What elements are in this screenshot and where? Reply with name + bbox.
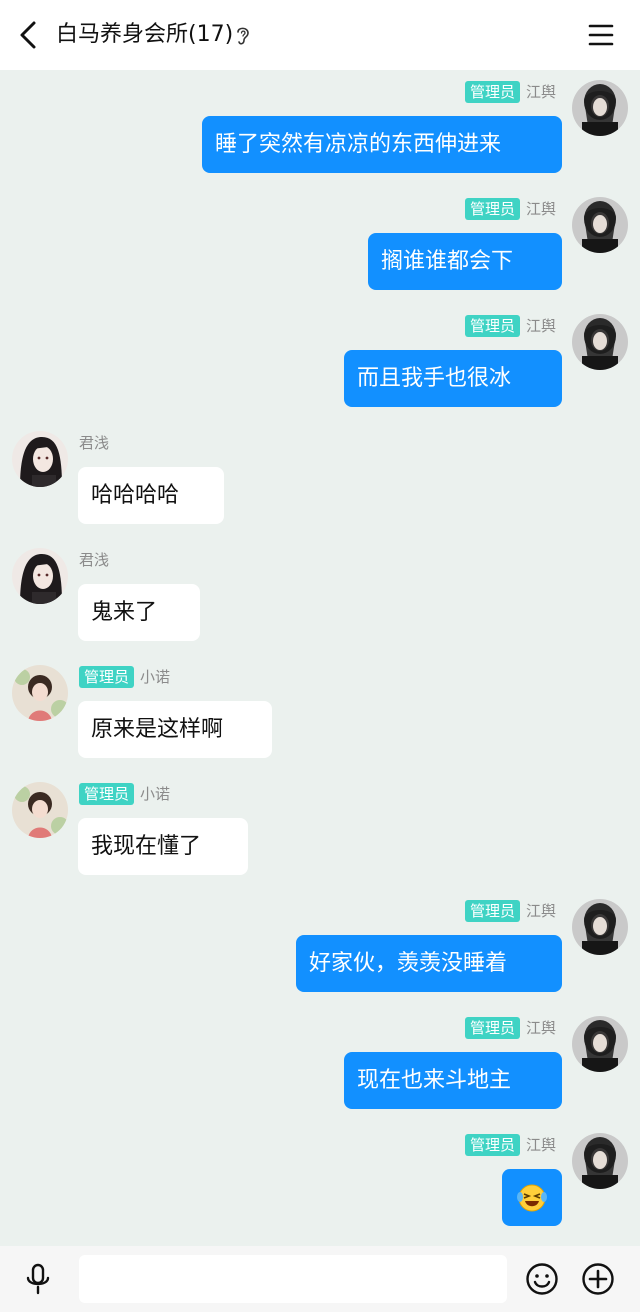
laughing-crying-emoji-icon <box>517 1184 547 1212</box>
admin-badge: 管理员 <box>464 198 520 220</box>
sender-line: 君浅 <box>79 548 109 572</box>
sender-line: 管理员 江舆 <box>464 197 556 221</box>
message-bubble[interactable]: 哈哈哈哈 <box>78 467 224 524</box>
sender-name: 江舆 <box>525 200 556 218</box>
plus-circle-icon[interactable] <box>581 1262 615 1296</box>
sender-name: 江舆 <box>525 83 556 101</box>
message-item: 管理员 江舆现在也来斗地主 <box>0 1016 640 1133</box>
admin-badge: 管理员 <box>464 81 520 103</box>
message-bubble[interactable]: 现在也来斗地主 <box>344 1052 562 1109</box>
message-item: 君浅鬼来了 <box>0 548 640 665</box>
message-text: 搁谁谁都会下 <box>381 249 514 274</box>
admin-badge: 管理员 <box>79 783 135 805</box>
message-item: 管理员 小诺我现在懂了 <box>0 782 640 899</box>
avatar[interactable] <box>12 431 68 487</box>
message-text: 好家伙，羡羡没睡着 <box>309 951 508 976</box>
sender-name: 小诺 <box>140 668 171 686</box>
chat-header: 白马养身会所(17) <box>0 0 640 70</box>
message-item: 管理员 江舆搁谁谁都会下 <box>0 197 640 314</box>
message-text: 睡了突然有凉凉的东西伸进来 <box>215 132 502 157</box>
message-bubble[interactable]: 我现在懂了 <box>78 818 248 875</box>
message-text: 我现在懂了 <box>91 834 202 859</box>
sender-name: 江舆 <box>525 902 556 920</box>
sender-name: 江舆 <box>525 1019 556 1037</box>
admin-badge: 管理员 <box>79 666 135 688</box>
message-text: 哈哈哈哈 <box>91 483 180 508</box>
message-bubble[interactable]: 搁谁谁都会下 <box>368 233 562 290</box>
admin-badge: 管理员 <box>464 315 520 337</box>
sender-name: 江舆 <box>525 1136 556 1154</box>
avatar[interactable] <box>572 314 628 370</box>
mic-icon[interactable] <box>22 1262 54 1296</box>
message-bubble[interactable]: 睡了突然有凉凉的东西伸进来 <box>202 116 562 173</box>
message-bubble[interactable]: 好家伙，羡羡没睡着 <box>296 935 562 992</box>
avatar[interactable] <box>572 1133 628 1189</box>
message-item: 管理员 小诺原来是这样啊 <box>0 665 640 782</box>
emoji-message-bubble[interactable] <box>502 1169 562 1226</box>
avatar[interactable] <box>12 548 68 604</box>
admin-badge: 管理员 <box>464 1017 520 1039</box>
message-text: 鬼来了 <box>91 600 158 625</box>
sender-name: 小诺 <box>140 785 171 803</box>
menu-icon[interactable] <box>584 18 618 52</box>
message-item: 管理员 江舆而且我手也很冰 <box>0 314 640 431</box>
avatar[interactable] <box>12 665 68 721</box>
back-arrow-icon[interactable] <box>12 17 48 53</box>
sender-line: 管理员 江舆 <box>464 314 556 338</box>
smiley-icon[interactable] <box>525 1262 559 1296</box>
ear-icon <box>237 27 249 45</box>
message-text: 而且我手也很冰 <box>357 366 512 391</box>
avatar[interactable] <box>572 1016 628 1072</box>
sender-line: 管理员 江舆 <box>464 1133 556 1157</box>
sender-name: 江舆 <box>525 317 556 335</box>
message-item: 君浅哈哈哈哈 <box>0 431 640 548</box>
input-bar <box>0 1246 640 1312</box>
message-item: 管理员 江舆 <box>0 1133 640 1250</box>
sender-line: 管理员 江舆 <box>464 1016 556 1040</box>
message-text: 原来是这样啊 <box>91 717 224 742</box>
sender-line: 管理员 江舆 <box>464 80 556 104</box>
sender-line: 管理员 小诺 <box>79 665 170 689</box>
admin-badge: 管理员 <box>464 1134 520 1156</box>
sender-name: 君浅 <box>79 551 110 569</box>
message-item: 管理员 江舆好家伙，羡羡没睡着 <box>0 899 640 1016</box>
admin-badge: 管理员 <box>464 900 520 922</box>
message-bubble[interactable]: 原来是这样啊 <box>78 701 272 758</box>
avatar[interactable] <box>572 899 628 955</box>
chat-title[interactable]: 白马养身会所(17) <box>56 19 233 51</box>
message-text: 现在也来斗地主 <box>357 1068 512 1093</box>
sender-name: 君浅 <box>79 434 110 452</box>
avatar[interactable] <box>12 782 68 838</box>
message-bubble[interactable]: 鬼来了 <box>78 584 200 641</box>
avatar[interactable] <box>572 197 628 253</box>
message-input[interactable] <box>79 1255 507 1303</box>
sender-line: 君浅 <box>79 431 109 455</box>
message-bubble[interactable]: 而且我手也很冰 <box>344 350 562 407</box>
sender-line: 管理员 小诺 <box>79 782 170 806</box>
avatar[interactable] <box>572 80 628 136</box>
message-item: 管理员 江舆睡了突然有凉凉的东西伸进来 <box>0 80 640 197</box>
sender-line: 管理员 江舆 <box>464 899 556 923</box>
